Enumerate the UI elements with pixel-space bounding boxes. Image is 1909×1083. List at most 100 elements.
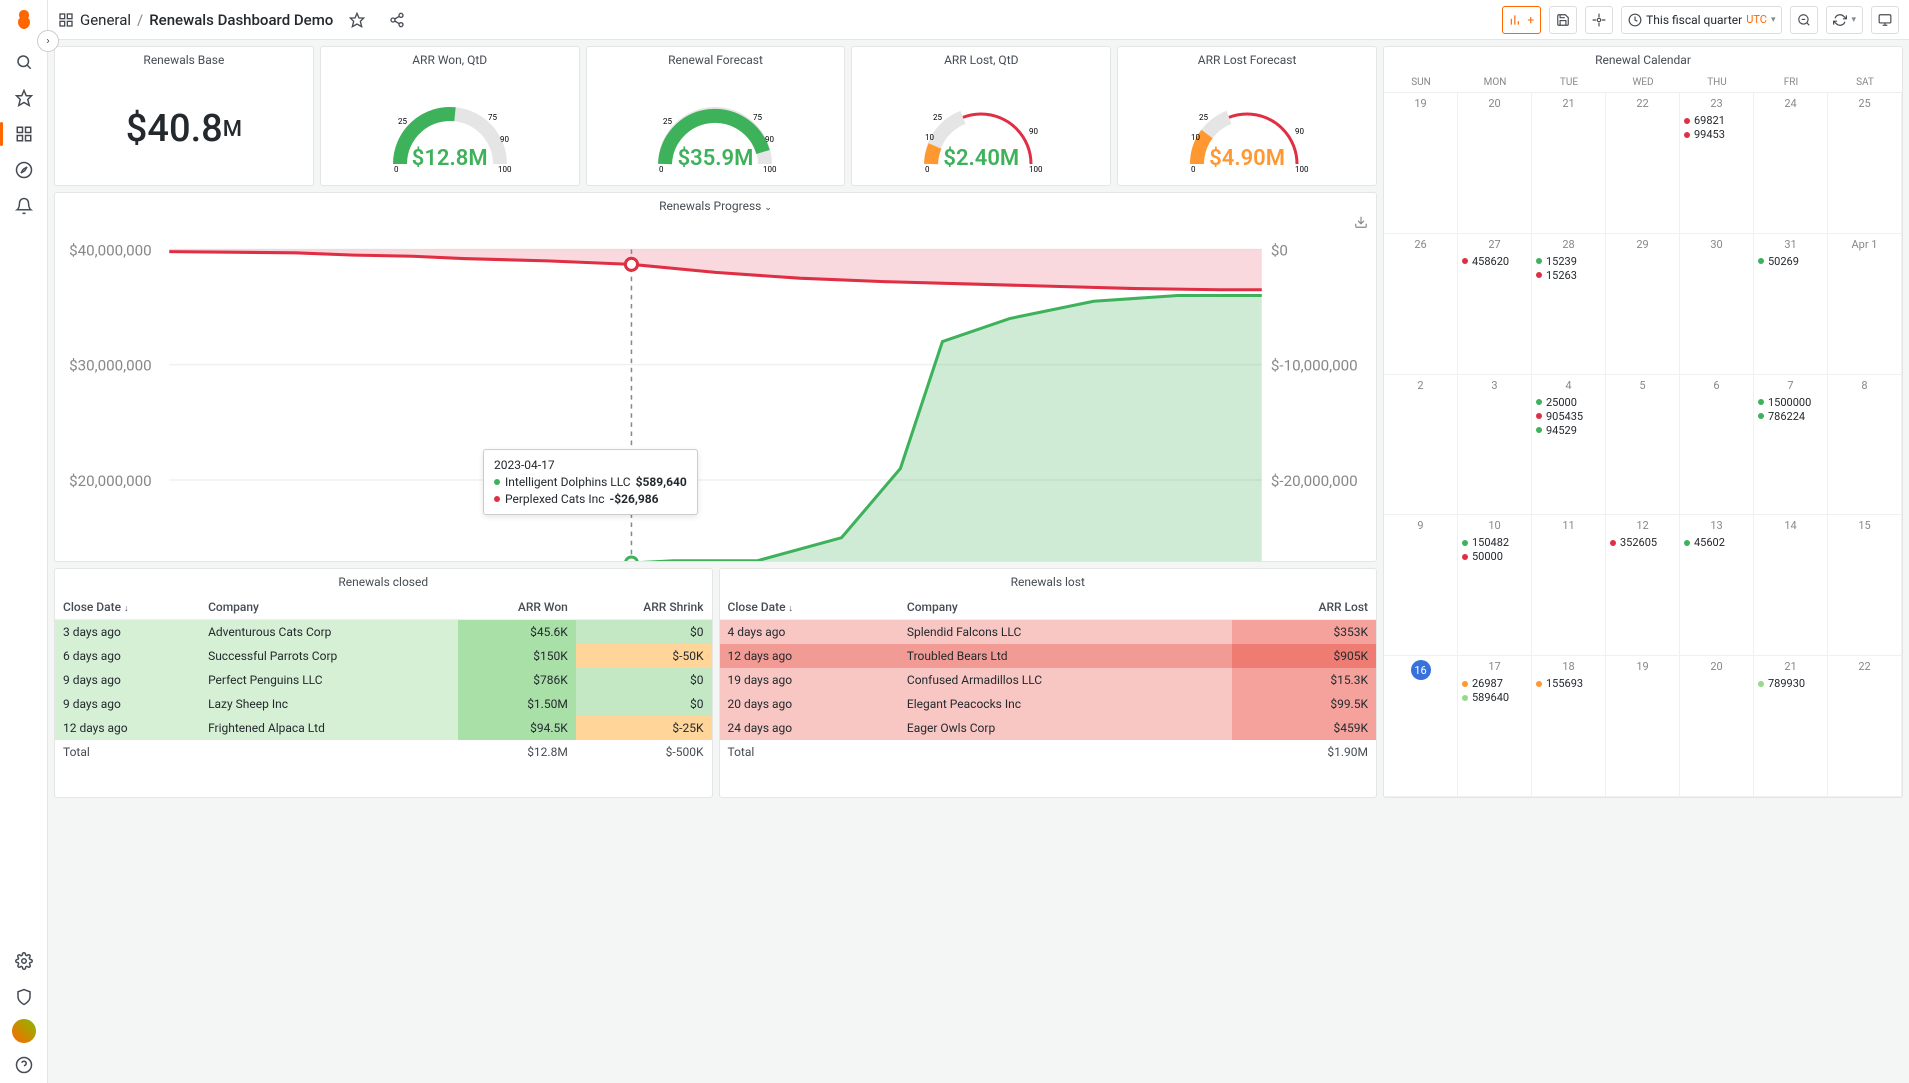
col-close-date[interactable]: Close Date ↓ — [720, 595, 899, 620]
calendar-cell[interactable]: 20 — [1458, 93, 1532, 234]
col-close-date[interactable]: Close Date ↓ — [55, 595, 200, 620]
table-row[interactable]: 9 days agoPerfect Penguins LLC$786K$0 — [55, 668, 712, 692]
settings-button[interactable] — [1585, 6, 1613, 34]
calendar-cell[interactable]: 15 — [1828, 515, 1902, 656]
calendar-cell[interactable]: 27458620 — [1458, 234, 1532, 375]
calendar-event[interactable]: 50269 — [1758, 255, 1823, 268]
search-icon[interactable] — [8, 46, 40, 78]
table-row[interactable]: 20 days agoElegant Peacocks Inc$99.5K — [720, 692, 1377, 716]
calendar-cell[interactable]: 281523915263 — [1532, 234, 1606, 375]
panel-renewals-lost[interactable]: Renewals lost Close Date ↓ Company ARR L… — [719, 568, 1378, 798]
calendar-event[interactable]: 45602 — [1684, 536, 1749, 549]
col-arr-lost[interactable]: ARR Lost — [1232, 595, 1376, 620]
panel-arr-won[interactable]: ARR Won, QtD 0 25 75 90 100 $12.8M — [320, 46, 580, 186]
calendar-cell[interactable]: 2 — [1384, 375, 1458, 516]
alerting-icon[interactable] — [8, 190, 40, 222]
calendar-cell[interactable]: 30 — [1680, 234, 1754, 375]
calendar-event[interactable]: 99453 — [1684, 128, 1749, 141]
calendar-event[interactable]: 15239 — [1536, 255, 1601, 268]
col-company[interactable]: Company — [899, 595, 1232, 620]
zoom-out-button[interactable] — [1790, 6, 1818, 34]
favorite-star-icon[interactable] — [341, 4, 373, 36]
calendar-cell[interactable]: Apr 1 — [1828, 234, 1902, 375]
calendar-cell[interactable]: 5 — [1606, 375, 1680, 516]
breadcrumb-title[interactable]: Renewals Dashboard Demo — [149, 11, 333, 29]
calendar-cell[interactable]: 8 — [1828, 375, 1902, 516]
calendar-cell[interactable]: 3150269 — [1754, 234, 1828, 375]
calendar-cell[interactable]: 1726987589640 — [1458, 656, 1532, 797]
admin-icon[interactable] — [8, 981, 40, 1013]
add-panel-button[interactable]: + — [1502, 6, 1541, 34]
panel-renewal-forecast[interactable]: Renewal Forecast 0 25 75 90 100 $35.9M — [586, 46, 846, 186]
star-icon[interactable] — [8, 82, 40, 114]
timerange-picker[interactable]: This fiscal quarter UTC ▾ — [1621, 6, 1782, 34]
panel-renewals-progress[interactable]: Renewals Progress ⌄ $40,000,000 $30,000,… — [54, 192, 1377, 562]
calendar-event[interactable]: 905435 — [1536, 410, 1601, 423]
calendar-event[interactable]: 94529 — [1536, 424, 1601, 437]
settings-icon[interactable] — [8, 945, 40, 977]
explore-icon[interactable] — [8, 154, 40, 186]
calendar-cell[interactable]: 12352605 — [1606, 515, 1680, 656]
table-row[interactable]: 3 days agoAdventurous Cats Corp$45.6K$0 — [55, 620, 712, 645]
table-row[interactable]: 24 days agoEager Owls Corp$459K — [720, 716, 1377, 740]
calendar-event[interactable]: 789930 — [1758, 677, 1823, 690]
calendar-cell[interactable]: 42500090543594529 — [1532, 375, 1606, 516]
sidebar-toggle[interactable]: › — [37, 30, 59, 52]
calendar-event[interactable]: 15263 — [1536, 269, 1601, 282]
table-row[interactable]: 9 days agoLazy Sheep Inc$1.50M$0 — [55, 692, 712, 716]
panel-renewals-base[interactable]: Renewals Base $40.8M — [54, 46, 314, 186]
breadcrumb-folder[interactable]: General — [80, 11, 131, 29]
dashboards-icon[interactable] — [8, 118, 40, 150]
table-row[interactable]: 19 days agoConfused Armadillos LLC$15.3K — [720, 668, 1377, 692]
refresh-button[interactable]: ▾ — [1826, 6, 1863, 34]
panel-lost-forecast[interactable]: ARR Lost Forecast 0 10 25 90 100 $4. — [1117, 46, 1377, 186]
calendar-cell[interactable]: 22 — [1828, 656, 1902, 797]
table-row[interactable]: 6 days agoSuccessful Parrots Corp$150K$-… — [55, 644, 712, 668]
calendar-cell[interactable]: 22 — [1606, 93, 1680, 234]
col-arr-shrink[interactable]: ARR Shrink — [576, 595, 712, 620]
calendar-cell[interactable]: 21 — [1532, 93, 1606, 234]
calendar-cell[interactable]: 21789930 — [1754, 656, 1828, 797]
grafana-logo[interactable] — [12, 8, 36, 32]
calendar-cell[interactable]: 6 — [1680, 375, 1754, 516]
calendar-event[interactable]: 25000 — [1536, 396, 1601, 409]
calendar-cell[interactable]: 236982199453 — [1680, 93, 1754, 234]
help-icon[interactable] — [8, 1049, 40, 1081]
calendar-cell[interactable]: 24 — [1754, 93, 1828, 234]
calendar-event[interactable]: 352605 — [1610, 536, 1675, 549]
calendar-cell[interactable]: 18155693 — [1532, 656, 1606, 797]
col-arr-won[interactable]: ARR Won — [458, 595, 575, 620]
calendar-cell[interactable]: 1015048250000 — [1458, 515, 1532, 656]
calendar-event[interactable]: 155693 — [1536, 677, 1601, 690]
kiosk-button[interactable] — [1871, 6, 1899, 34]
calendar-cell[interactable]: 19 — [1606, 656, 1680, 797]
col-company[interactable]: Company — [200, 595, 458, 620]
calendar-event[interactable]: 589640 — [1462, 691, 1527, 704]
calendar-event[interactable]: 50000 — [1462, 550, 1527, 563]
calendar-cell[interactable]: 25 — [1828, 93, 1902, 234]
calendar-cell[interactable]: 71500000786224 — [1754, 375, 1828, 516]
calendar-cell[interactable]: 9 — [1384, 515, 1458, 656]
panel-renewal-calendar[interactable]: Renewal Calendar SUNMONTUEWEDTHUFRISAT 1… — [1383, 46, 1903, 798]
calendar-cell[interactable]: 14 — [1754, 515, 1828, 656]
calendar-cell[interactable]: 26 — [1384, 234, 1458, 375]
panel-renewals-closed[interactable]: Renewals closed Close Date ↓ Company ARR… — [54, 568, 713, 798]
table-row[interactable]: 12 days agoFrightened Alpaca Ltd$94.5K$-… — [55, 716, 712, 740]
calendar-cell[interactable]: 16 — [1384, 656, 1458, 797]
calendar-event[interactable]: 69821 — [1684, 114, 1749, 127]
calendar-cell[interactable]: 19 — [1384, 93, 1458, 234]
calendar-event[interactable]: 1500000 — [1758, 396, 1823, 409]
calendar-event[interactable]: 458620 — [1462, 255, 1527, 268]
avatar[interactable] — [12, 1019, 36, 1043]
calendar-event[interactable]: 786224 — [1758, 410, 1823, 423]
calendar-event[interactable]: 150482 — [1462, 536, 1527, 549]
calendar-cell[interactable]: 1345602 — [1680, 515, 1754, 656]
calendar-cell[interactable]: 3 — [1458, 375, 1532, 516]
save-button[interactable] — [1549, 6, 1577, 34]
calendar-cell[interactable]: 29 — [1606, 234, 1680, 375]
calendar-event[interactable]: 26987 — [1462, 677, 1527, 690]
table-row[interactable]: 12 days agoTroubled Bears Ltd$905K — [720, 644, 1377, 668]
share-icon[interactable] — [381, 4, 413, 36]
panel-arr-lost[interactable]: ARR Lost, QtD 0 10 25 90 100 $2.40M — [851, 46, 1111, 186]
calendar-cell[interactable]: 20 — [1680, 656, 1754, 797]
